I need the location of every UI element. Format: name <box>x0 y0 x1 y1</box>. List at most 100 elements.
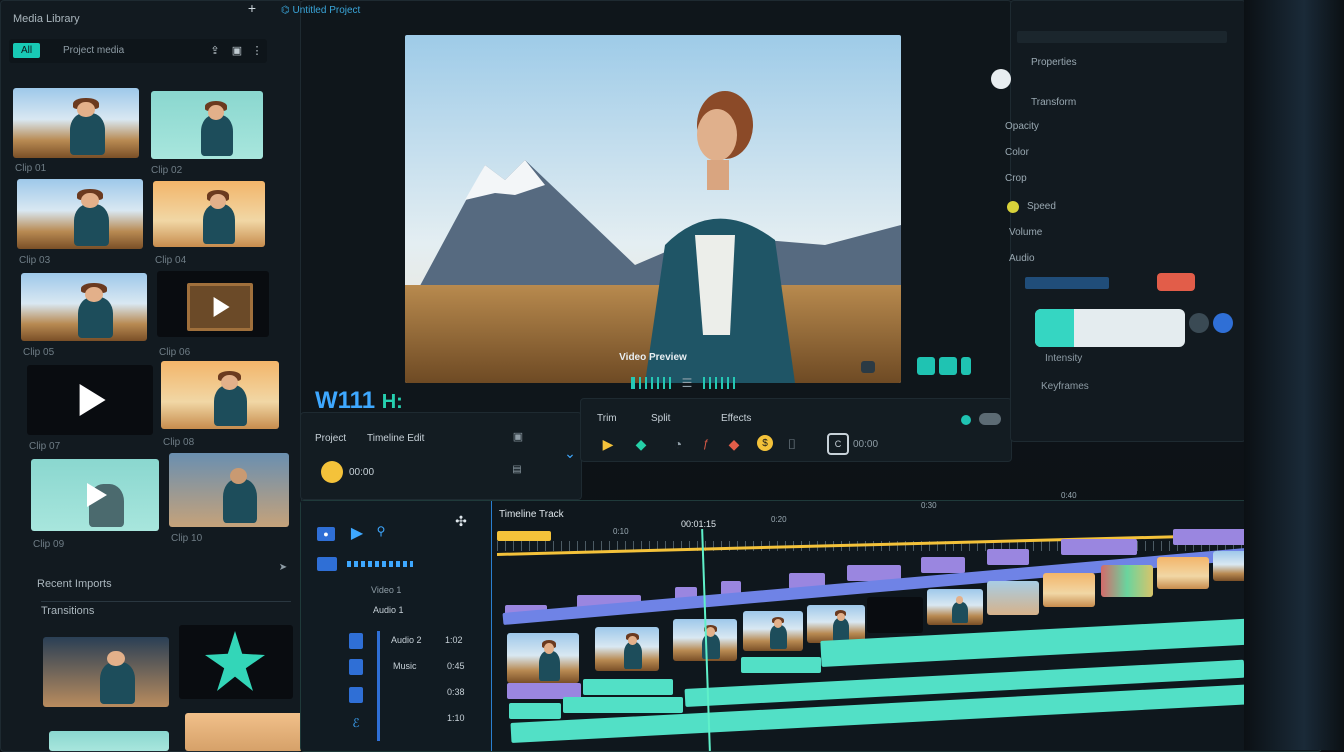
inspector-item[interactable]: Color <box>1005 147 1029 158</box>
inspector-item[interactable]: Opacity <box>1005 121 1039 132</box>
tab-project-media[interactable]: Project media <box>63 45 124 56</box>
title-clip[interactable] <box>1173 529 1253 545</box>
circle-button[interactable] <box>1213 313 1233 333</box>
timeline-video-clip[interactable] <box>595 627 659 671</box>
inspector-item[interactable]: Properties <box>1031 57 1077 68</box>
inspector-panel: Properties Transform Opacity Color Crop … <box>991 0 1246 442</box>
inspector-highlight[interactable] <box>1025 277 1109 289</box>
diamond-icon[interactable]: ◆ <box>633 436 649 452</box>
timeline-video-clip[interactable] <box>927 589 983 625</box>
media-thumb[interactable] <box>49 731 169 751</box>
record-icon[interactable]: ● <box>317 527 335 541</box>
media-thumb[interactable] <box>17 179 143 249</box>
title-clip[interactable] <box>921 557 965 573</box>
media-thumb[interactable] <box>169 453 289 527</box>
media-thumb[interactable] <box>153 181 265 247</box>
play-icon[interactable] <box>87 483 107 507</box>
track-label: Music <box>393 661 417 671</box>
timeline-ruler[interactable] <box>496 531 1257 557</box>
inspector-item[interactable]: Audio <box>1009 253 1035 264</box>
timeline-video-clip[interactable] <box>1157 557 1209 589</box>
preview-btn[interactable] <box>861 361 875 373</box>
audio-clip[interactable] <box>583 679 673 695</box>
settings-icon[interactable]: ✣ <box>453 513 469 529</box>
track-icon[interactable] <box>349 633 363 649</box>
inspector-item[interactable]: Volume <box>1009 227 1042 238</box>
timeline-video-clip[interactable] <box>807 605 865 643</box>
video-preview-frame: Video Preview <box>405 35 901 383</box>
intensity-slider[interactable] <box>1035 309 1185 347</box>
track-icon[interactable] <box>349 687 363 703</box>
toolbar-effects[interactable]: Effects <box>721 413 751 424</box>
inspector-item[interactable]: Speed <box>1027 201 1056 212</box>
timeline-video-clip[interactable] <box>743 611 803 651</box>
timeline-video-clip[interactable] <box>1043 573 1095 607</box>
monitor-edge <box>1244 0 1344 750</box>
more-icon[interactable]: ⋮ <box>251 44 263 57</box>
toolbar-split[interactable]: Split <box>651 413 670 424</box>
track-divider <box>377 631 380 741</box>
split-icon[interactable]: ⌷ <box>785 436 799 452</box>
preview-btn[interactable] <box>939 357 957 375</box>
pin-icon[interactable]: ➤ <box>277 561 289 573</box>
badge-icon[interactable]: $ <box>757 435 773 451</box>
media-thumb[interactable] <box>157 271 269 337</box>
scrub-bars-right[interactable] <box>703 377 739 389</box>
fx-icon[interactable]: ƒ <box>699 437 713 451</box>
ruler-mark: 0:40 <box>1061 491 1077 500</box>
media-thumb[interactable] <box>43 637 169 707</box>
media-thumb[interactable] <box>31 459 159 531</box>
add-icon[interactable]: + <box>245 0 259 16</box>
scrub-bars[interactable] <box>631 377 671 389</box>
chevron-down-icon[interactable]: ⌄ <box>563 445 577 461</box>
track-value: 1:10 <box>447 713 465 723</box>
preview-btn[interactable] <box>917 357 935 375</box>
track-volume[interactable] <box>347 561 413 567</box>
folder-icon[interactable]: ▣ <box>231 44 243 57</box>
transition-thumb[interactable] <box>179 625 293 699</box>
play-icon[interactable] <box>79 384 106 416</box>
media-thumb[interactable] <box>161 361 279 429</box>
slider-label: Intensity <box>1045 353 1083 364</box>
media-thumb[interactable] <box>21 273 147 341</box>
timeline-video-clip[interactable] <box>867 597 923 633</box>
trash-icon[interactable]: ▤ <box>511 463 523 475</box>
timeline-video-clip[interactable] <box>1101 565 1153 597</box>
audio-clip[interactable] <box>741 657 821 673</box>
copy-icon[interactable]: C <box>827 433 849 455</box>
media-thumb[interactable] <box>13 88 139 158</box>
circle-button[interactable] <box>1189 313 1209 333</box>
play-icon[interactable]: ▶ <box>347 523 367 543</box>
media-thumb[interactable] <box>151 91 263 159</box>
media-thumb[interactable] <box>185 713 303 751</box>
tab-all[interactable]: All <box>13 43 41 58</box>
audio-clip[interactable] <box>509 703 561 719</box>
toolbar-label-project: Project <box>315 433 347 444</box>
timeline-video-clip[interactable] <box>987 581 1039 615</box>
title-clip[interactable] <box>987 549 1029 565</box>
folder-icon[interactable]: ▣ <box>511 429 525 443</box>
inspector-item[interactable]: Crop <box>1005 173 1027 184</box>
toolbar-trim[interactable]: Trim <box>597 413 617 424</box>
menu-icon[interactable]: ☰ <box>681 375 693 391</box>
audio-clip[interactable] <box>563 697 683 713</box>
warning-button[interactable] <box>1157 273 1195 291</box>
section-recent: Recent Imports <box>37 578 112 590</box>
track-icon[interactable] <box>349 659 363 675</box>
media-panel-title: Media Library <box>13 13 80 25</box>
timeline-video-clip[interactable] <box>507 633 579 683</box>
inspector-item[interactable]: Transform <box>1031 97 1076 108</box>
track-icon[interactable]: ℰ <box>349 715 363 731</box>
title-clip[interactable] <box>1061 539 1137 555</box>
media-thumb[interactable] <box>27 365 153 435</box>
marker-icon[interactable]: ◆ <box>727 436 741 452</box>
preview-btn[interactable] <box>961 357 971 375</box>
toggle-switch[interactable] <box>979 413 1001 425</box>
upload-icon[interactable]: ⇪ <box>209 44 221 57</box>
clip-icon[interactable] <box>317 557 337 571</box>
play-icon[interactable]: ▶ <box>601 436 615 452</box>
inspector-search[interactable] <box>1017 31 1227 43</box>
toggle-dot[interactable] <box>961 415 971 425</box>
snap-icon[interactable]: ⚲ <box>373 523 389 539</box>
gauge-icon[interactable]: ◔ <box>671 436 685 452</box>
